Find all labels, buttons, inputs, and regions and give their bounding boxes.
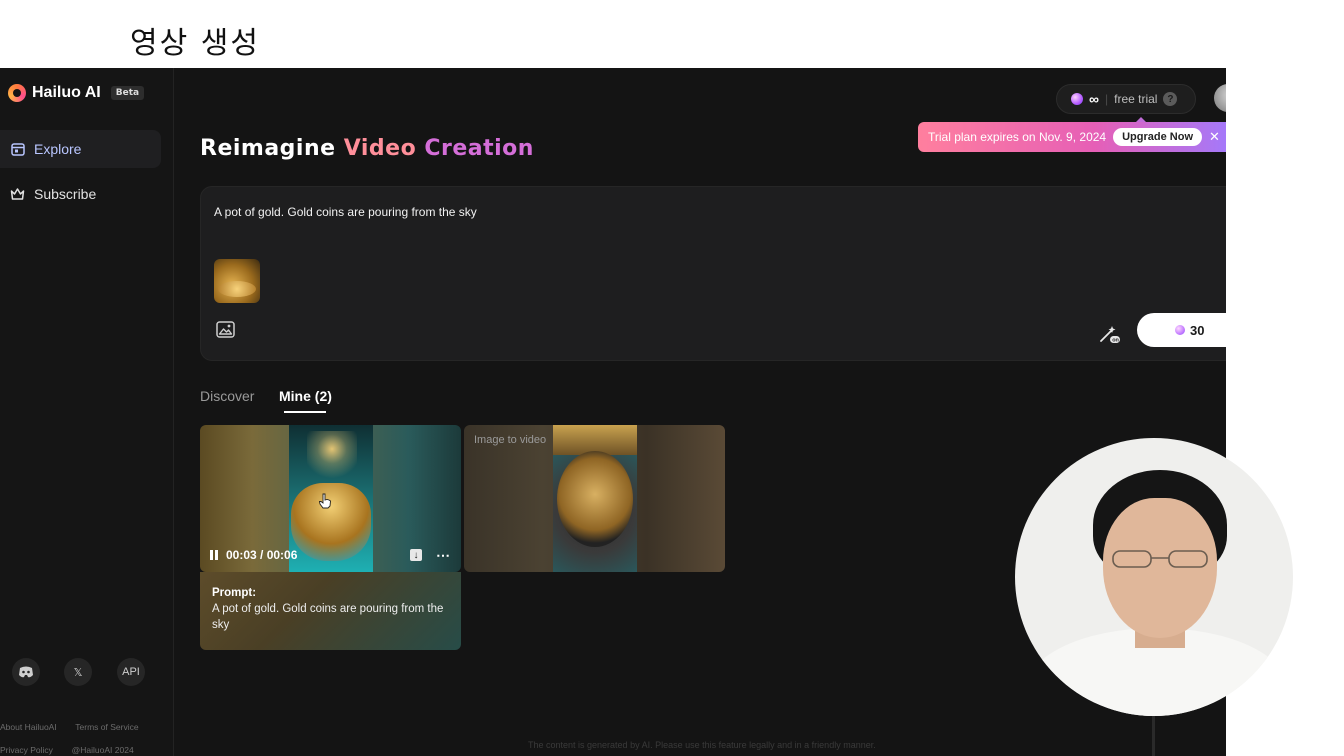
credit-gem-icon — [1175, 325, 1185, 335]
video-timestamp: 00:03 / 00:06 — [226, 548, 298, 562]
api-button[interactable]: API — [117, 658, 145, 686]
credit-gem-icon — [1071, 93, 1083, 105]
discord-icon — [19, 666, 33, 678]
prompt-card: A pot of gold. Gold coins are pouring fr… — [200, 186, 1226, 361]
api-icon: API — [122, 666, 140, 678]
prompt-enhance-icon[interactable]: on — [1099, 324, 1121, 344]
brand-name: Hailuo AI — [32, 84, 101, 101]
terms-link[interactable]: Terms of Service — [75, 722, 138, 732]
sidebar-item-explore[interactable]: Explore — [0, 130, 161, 168]
upgrade-now-button[interactable]: Upgrade Now — [1113, 128, 1203, 146]
generate-cost: 30 — [1190, 322, 1205, 338]
calendar-icon — [10, 142, 25, 157]
overlay-title: 영상 생성 — [130, 26, 260, 61]
image-upload-icon[interactable] — [216, 321, 235, 338]
hailuo-logo-icon — [8, 84, 26, 102]
plan-label: free trial — [1114, 92, 1158, 106]
about-link[interactable]: About HailuoAI — [0, 722, 57, 732]
webcam-overlay — [1015, 438, 1293, 716]
sidebar-item-subscribe[interactable]: Subscribe — [0, 175, 161, 213]
download-icon[interactable]: ↓ — [410, 549, 422, 561]
video-type-label: Image to video — [474, 434, 547, 446]
privacy-link[interactable]: Privacy Policy — [0, 745, 53, 755]
brand[interactable]: Hailuo AI Beta — [8, 84, 145, 102]
help-icon[interactable]: ? — [1163, 92, 1178, 106]
trial-banner: Trial plan expires on Nov. 9, 2024 Upgra… — [918, 122, 1226, 152]
credits-count: ∞ — [1089, 91, 1099, 107]
page-title: Reimagine Video Creation — [200, 136, 534, 161]
sidebar-item-label: Explore — [34, 141, 82, 157]
prompt-label: Prompt: — [212, 587, 257, 599]
pause-icon[interactable] — [210, 550, 218, 560]
video-card-1[interactable]: 00:03 / 00:06 ↓ ⋯ — [200, 425, 461, 572]
trial-expiry-text: Trial plan expires on Nov. 9, 2024 — [928, 130, 1107, 144]
prompt-input[interactable]: A pot of gold. Gold coins are pouring fr… — [214, 205, 477, 219]
svg-text:on: on — [1112, 338, 1119, 344]
discord-button[interactable] — [12, 658, 40, 686]
credits-pill[interactable]: ∞ | free trial ? — [1056, 84, 1196, 114]
prompt-text: A pot of gold. Gold coins are pouring fr… — [212, 603, 444, 631]
copyright-text: @HailuoAI 2024 — [71, 745, 134, 755]
footer-row-2: Privacy Policy @HailuoAI 2024 — [0, 745, 134, 755]
reference-image-thumbnail[interactable] — [214, 259, 260, 303]
video-prompt-panel: Prompt: A pot of gold. Gold coins are po… — [200, 572, 461, 650]
page: 영상 생성 Hailuo AI Beta Explore Subscribe 𝕏… — [0, 0, 1344, 756]
sidebar-item-label: Subscribe — [34, 186, 97, 202]
footer-row-1: About HailuoAI Terms of Service — [0, 722, 139, 732]
tab-mine[interactable]: Mine (2) — [279, 388, 332, 404]
disclaimer-text: The content is generated by AI. Please u… — [528, 740, 876, 750]
x-button[interactable]: 𝕏 — [64, 658, 92, 686]
video-frame — [553, 425, 637, 572]
more-options-icon[interactable]: ⋯ — [436, 548, 451, 562]
video-controls: 00:03 / 00:06 ↓ ⋯ — [210, 548, 451, 562]
close-icon[interactable]: ✕ — [1209, 129, 1220, 145]
generate-button[interactable]: 30 — [1137, 313, 1226, 347]
video-card-2[interactable]: Image to video — [464, 425, 725, 572]
glasses — [1112, 550, 1208, 568]
avatar[interactable] — [1214, 84, 1226, 112]
beta-badge: Beta — [110, 86, 145, 100]
crown-icon — [10, 187, 25, 202]
tab-discover[interactable]: Discover — [200, 388, 254, 404]
hand-cursor-icon — [318, 493, 331, 509]
x-icon: 𝕏 — [73, 666, 83, 679]
sidebar: Hailuo AI Beta Explore Subscribe 𝕏 API A… — [0, 68, 174, 756]
active-tab-indicator — [284, 411, 326, 413]
